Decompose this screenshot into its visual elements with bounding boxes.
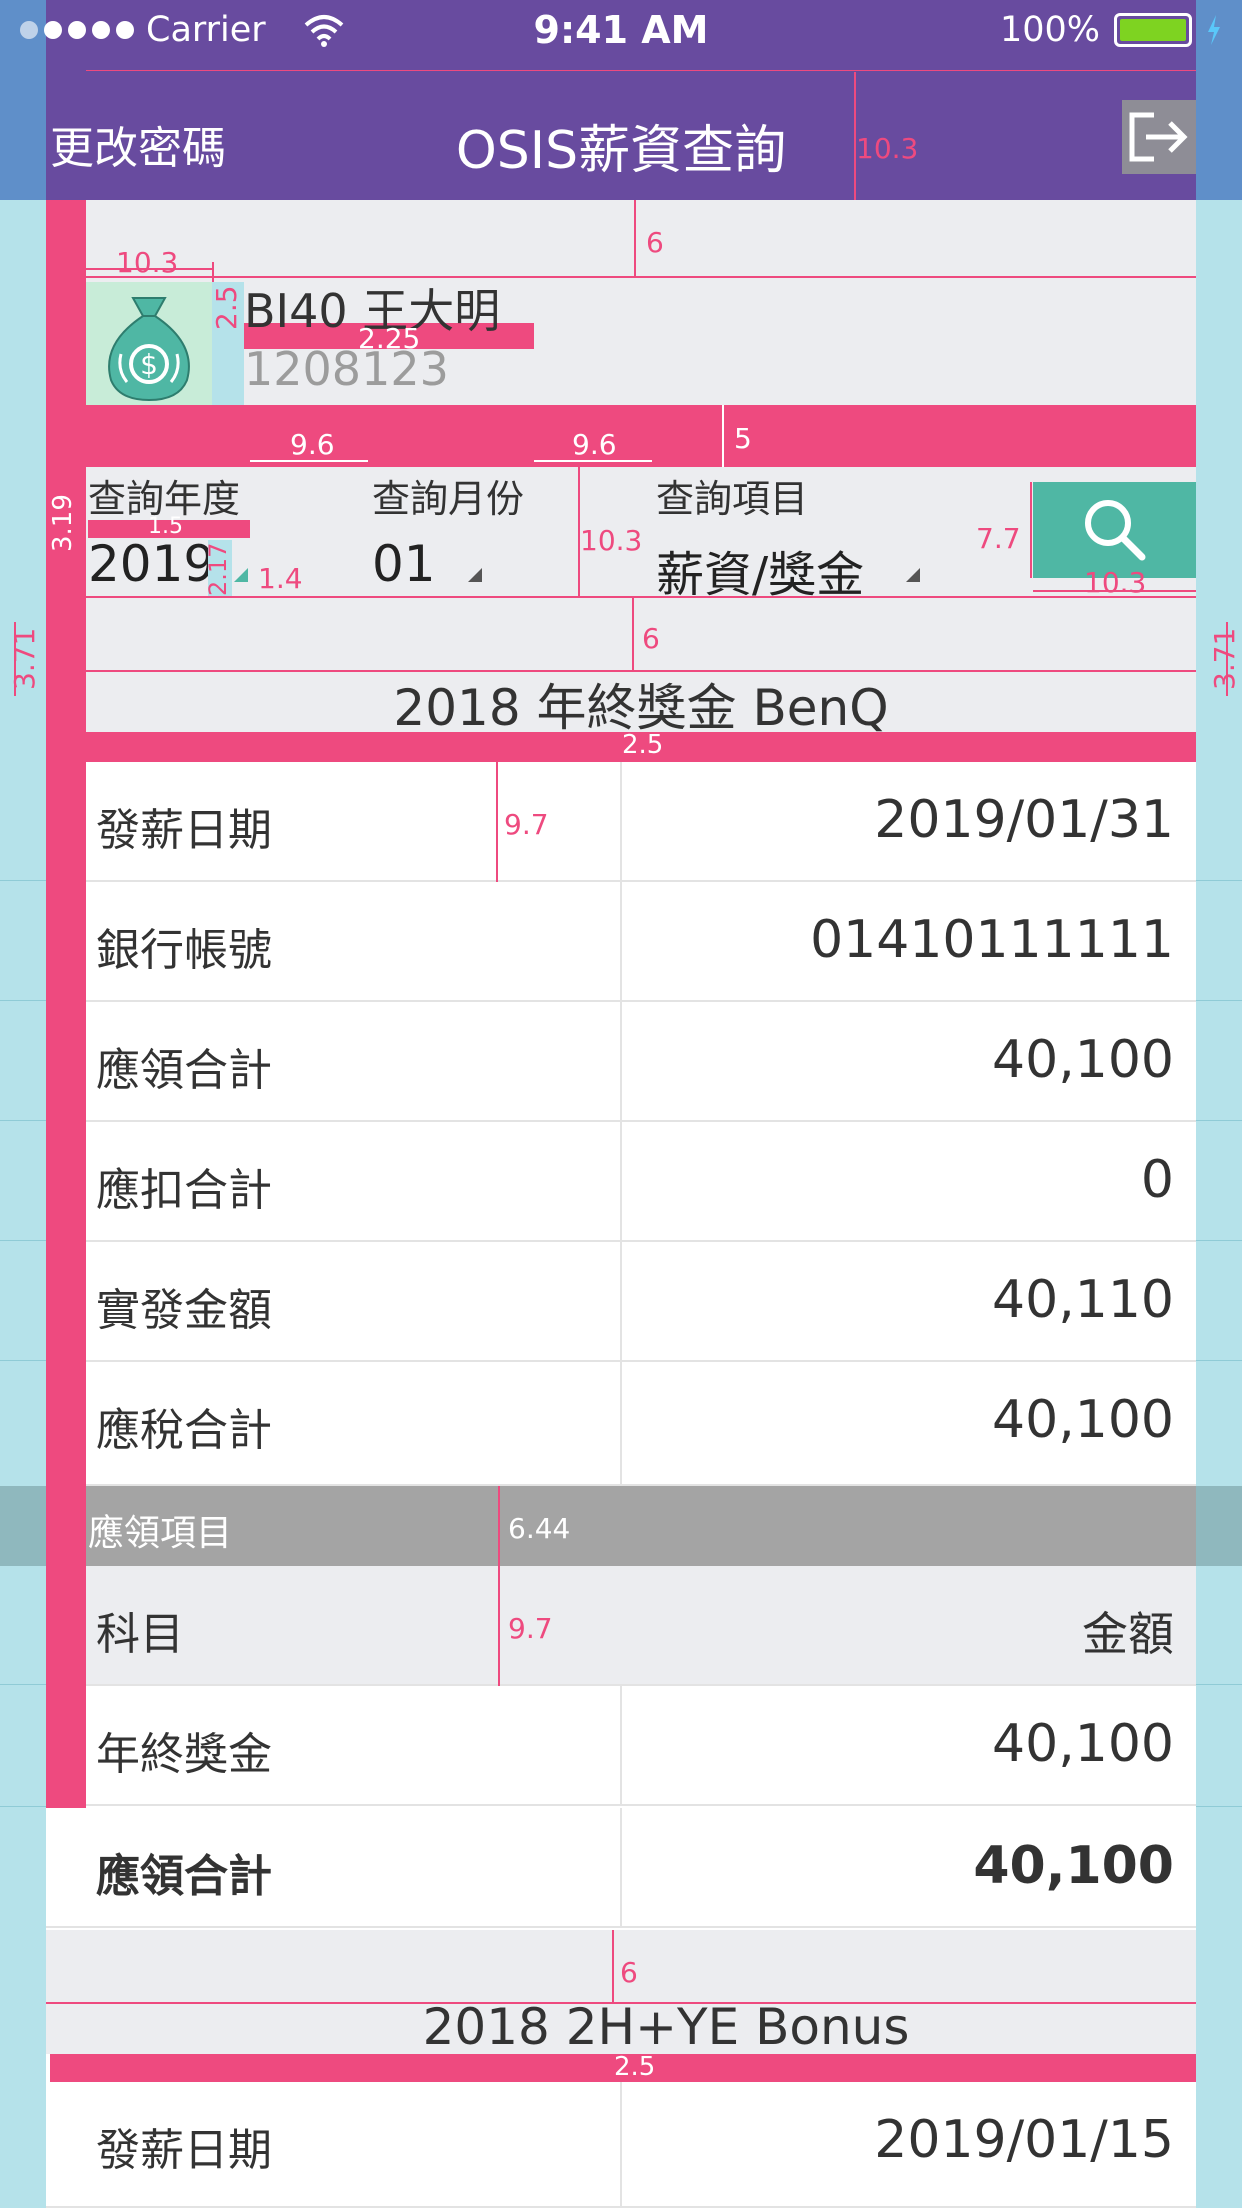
row-label: 實發金額 [96,1285,272,1336]
svg-text:$: $ [140,348,158,381]
info-row-gross-total: 應領合計 40,100 [86,1002,1196,1122]
guide-line [632,598,634,670]
info-row-taxable-total: 應稅合計 40,100 [86,1362,1196,1486]
section-title: 2018 2H+YE Bonus [422,1998,910,2056]
guide-line [498,1486,500,1566]
row-value: 40,100 [992,1390,1174,1450]
info-row-net-pay: 實發金額 40,110 [86,1242,1196,1362]
guide-line [634,200,636,276]
annotation-label: 6 [646,226,664,259]
search-button[interactable] [1033,482,1196,578]
annotation-label: 6 [642,622,660,655]
annotation-label: 2.5 [622,730,664,760]
employee-id: 1208123 [244,342,449,396]
row-label: 應扣合計 [96,1165,272,1216]
search-icon [1084,500,1145,561]
annotation-label: 1.4 [258,562,303,595]
battery-percent: 100% [999,10,1100,50]
row-label: 應領合計 [96,1045,272,1096]
row-value: 40,100 [992,1030,1174,1090]
info-row-pay-date: 發薪日期 2019/01/15 [46,2082,1196,2208]
annotation-label: 2.17 [204,542,232,596]
row-label: 應稅合計 [96,1405,272,1456]
month-label: 查詢月份 [372,477,525,521]
annotation-label: 10.3 [1084,566,1147,599]
items-table-row: 年終獎金 40,100 [86,1686,1196,1806]
page-title: OSIS薪資查詢 [455,121,787,181]
annotation-label: 5 [734,422,752,455]
dropdown-arrow-icon [234,568,248,582]
annotation-label: 2.5 [614,2052,656,2082]
logout-icon [1129,112,1188,162]
accent-side-bar [46,200,86,1808]
row-value: 2019/01/31 [874,790,1174,850]
annotation-label: 9.7 [504,808,549,841]
row-label: 銀行帳號 [96,925,272,976]
accent-band [86,405,1196,467]
logout-button[interactable] [1122,100,1196,174]
annotation-label: 10.3 [580,524,643,557]
guide-line [534,460,652,462]
info-row-bank-account: 銀行帳號 01410111111 [86,882,1196,1002]
guide-line [86,70,1196,71]
guide-line [250,460,368,462]
guide-line [612,1930,614,2002]
info-row-deduction-total: 應扣合計 0 [86,1122,1196,1242]
money-bag-icon: $ [108,296,190,401]
annotation-label: 6.44 [508,1512,571,1545]
row-value: 40,110 [992,1270,1174,1330]
right-guide-stripe [1196,200,1242,2208]
annotation-label: 10.3 [116,246,179,279]
row-label: 發薪日期 [96,2125,272,2176]
avatar: $ [86,282,212,405]
subheader-label: 應領項目 [88,1513,233,1554]
guide-line [496,762,498,882]
annotation-label: 3.71 [1208,627,1241,690]
earnings-subheader: 應領項目 [86,1486,1196,1566]
row-value: 01410111111 [810,910,1174,970]
total-label: 應領合計 [96,1851,272,1902]
guide-line [1030,482,1032,578]
info-row-pay-date: 發薪日期 2019/01/31 [86,762,1196,882]
dropdown-arrow-icon [906,568,920,582]
annotation-label: 10.3 [856,132,919,165]
annotation-label: 3.19 [48,494,78,552]
status-battery: 100% [1000,10,1222,50]
row-value: 0 [1140,1150,1174,1210]
guide-line [498,1566,500,1686]
section-gap [86,598,1196,670]
column-header-item: 科目 [96,1609,184,1660]
month-value: 01 [372,535,436,593]
guide-line [212,262,214,282]
items-total-row: 應領合計 40,100 [46,1808,1196,1928]
annotation-label: 9.6 [572,428,617,461]
annotation-label: 9.6 [290,428,335,461]
row-value: 40,100 [992,1714,1174,1774]
item-value: 薪資/獎金 [656,547,865,603]
guide-line [722,405,724,467]
year-value: 2019 [88,535,216,593]
annotation-label: 9.7 [508,1612,553,1645]
navigation-bar: Carrier 9:41 AM 100% 更改密碼 OSIS薪資查詢 10.3 [0,0,1242,200]
annotation-label: 6 [620,1956,638,1989]
row-label: 年終獎金 [96,1729,272,1780]
subheader-guide [0,1486,46,1566]
left-guide-stripe [0,200,46,2208]
battery-icon [1114,13,1192,47]
row-label: 發薪日期 [96,805,272,856]
item-label: 查詢項目 [656,477,809,521]
items-table-header: 科目 金額 [86,1566,1196,1686]
charging-icon [1208,15,1220,45]
dropdown-arrow-icon [468,568,482,582]
subheader-guide [1196,1486,1242,1566]
annotation-label: 2.5 [210,285,243,330]
guide-line [86,268,212,270]
annotation-label: 7.7 [976,522,1021,555]
annotation-label: 3.71 [8,627,41,690]
row-value: 2019/01/15 [874,2110,1174,2170]
column-header-amount: 金額 [1082,1607,1174,1661]
total-value: 40,100 [973,1836,1174,1896]
